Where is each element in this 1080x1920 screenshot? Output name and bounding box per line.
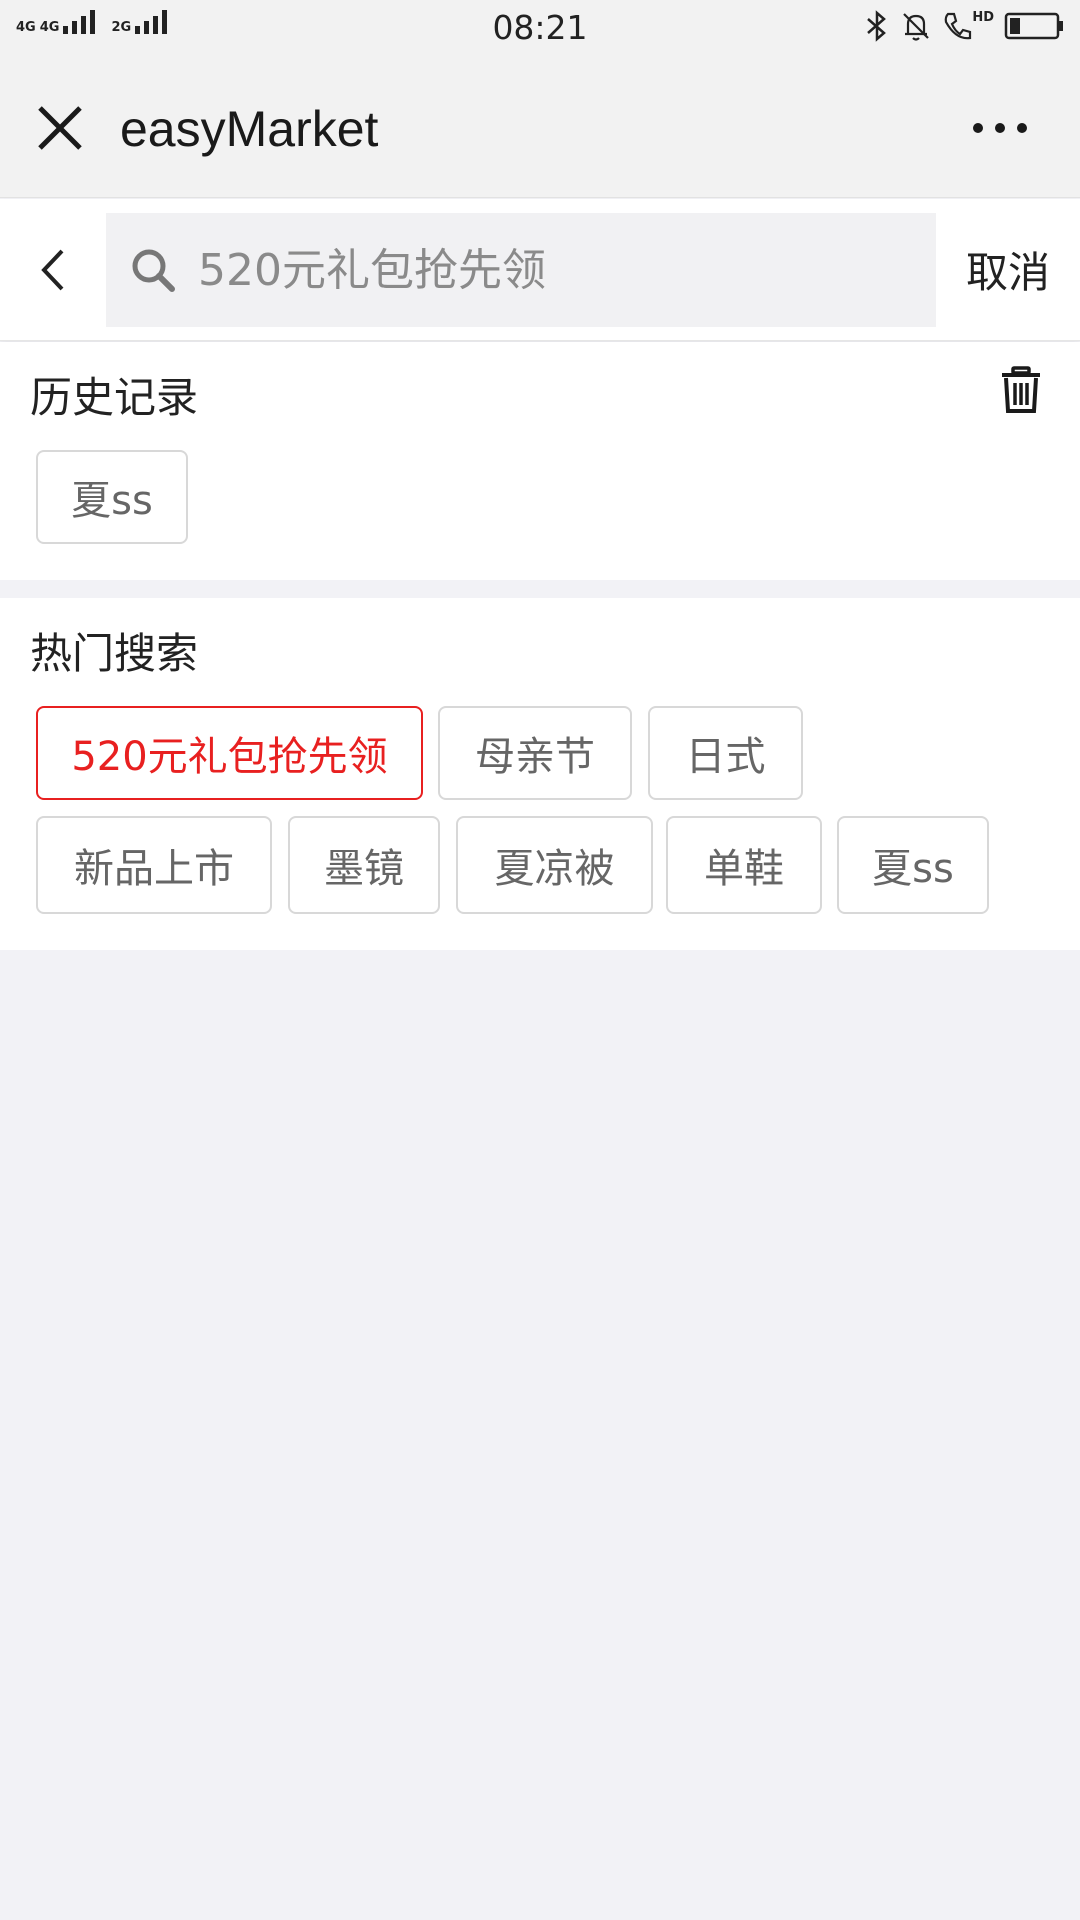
title-bar: easyMarket: [0, 58, 1080, 198]
trash-icon[interactable]: [1000, 366, 1042, 414]
hot-tag[interactable]: 单鞋: [666, 816, 822, 914]
hot-tag[interactable]: 日式: [648, 706, 803, 800]
close-icon[interactable]: [32, 100, 88, 156]
bell-mute-icon: [903, 13, 930, 41]
hot-tag[interactable]: 新品上市: [36, 816, 272, 914]
search-input[interactable]: [198, 213, 918, 327]
back-icon[interactable]: [32, 245, 72, 295]
search-bar: 取消: [0, 199, 1080, 341]
search-box[interactable]: [106, 213, 936, 327]
bluetooth-icon: [867, 10, 887, 42]
hot-tag-active[interactable]: 520元礼包抢先领: [36, 706, 423, 800]
history-section: 历史记录 夏ss: [0, 342, 1080, 580]
hot-tag[interactable]: 墨镜: [288, 816, 440, 914]
search-icon: [132, 249, 175, 292]
status-icons: HD: [864, 10, 1064, 42]
hot-search-title: 热门搜索: [30, 629, 199, 678]
cancel-button[interactable]: 取消: [966, 239, 1050, 300]
hot-tag[interactable]: 夏ss: [837, 816, 989, 914]
hot-tag[interactable]: 夏凉被: [456, 816, 653, 914]
phone-hd: HD: [942, 10, 994, 42]
more-icon[interactable]: [970, 120, 1030, 136]
hot-search-section: 热门搜索 520元礼包抢先领 母亲节 日式 新品上市 墨镜 夏凉被 单鞋 夏ss: [0, 598, 1080, 950]
history-tag[interactable]: 夏ss: [36, 450, 188, 544]
hot-tag[interactable]: 母亲节: [438, 706, 632, 800]
battery-icon: [1004, 12, 1063, 40]
phone-hd-icon: [944, 12, 972, 40]
hd-label: HD: [972, 10, 994, 25]
history-title: 历史记录: [30, 373, 199, 422]
status-bar: 4G 4G 2G 08:21 HD: [0, 0, 1080, 58]
page-title: easyMarket: [120, 101, 379, 157]
